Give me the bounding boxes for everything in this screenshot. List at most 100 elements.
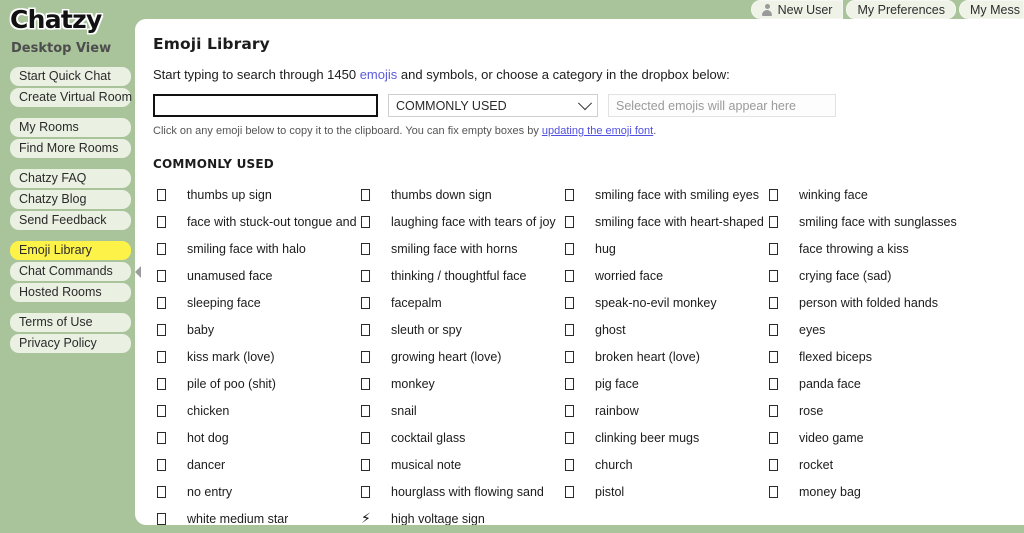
sidebar-item-chat-commands[interactable]: Chat Commands [10, 262, 131, 281]
emoji-item[interactable]: rainbow [561, 397, 765, 424]
topnav-item-new-user[interactable]: New User [750, 0, 844, 19]
sidebar-item-emoji-library[interactable]: Emoji Library [10, 241, 131, 260]
sidebar-collapse-arrow-icon[interactable] [135, 266, 141, 278]
sidebar-item-find-more-rooms[interactable]: Find More Rooms [10, 139, 131, 158]
desktop-view-label[interactable]: Desktop View [0, 34, 135, 56]
emoji-item[interactable]: hourglass with flowing sand [357, 478, 561, 505]
emoji-item[interactable]: crying face (sad) [765, 262, 969, 289]
emoji-item[interactable]: facepalm [357, 289, 561, 316]
emoji-item[interactable]: musical note [357, 451, 561, 478]
emojis-link[interactable]: emojis [360, 67, 398, 82]
missing-glyph-box-icon [565, 215, 574, 228]
missing-glyph-box-icon [565, 296, 574, 309]
update-emoji-font-link[interactable]: updating the emoji font [542, 125, 653, 137]
sidebar-item-chatzy-faq[interactable]: Chatzy FAQ [10, 169, 131, 188]
sidebar-item-hosted-rooms[interactable]: Hosted Rooms [10, 283, 131, 302]
emoji-item[interactable]: smiling face with sunglasses [765, 208, 969, 235]
topnav-item-label: My Preferences [857, 2, 945, 17]
missing-glyph-box-icon [157, 323, 166, 336]
emoji-label: smiling face with horns [391, 241, 518, 256]
emoji-item[interactable]: pistol [561, 478, 765, 505]
missing-glyph-box-icon [157, 404, 166, 417]
emoji-glyph [153, 296, 179, 309]
emoji-item[interactable]: thumbs up sign [153, 181, 357, 208]
emoji-glyph [765, 431, 791, 444]
emoji-item[interactable]: ghost [561, 316, 765, 343]
emoji-item[interactable]: face with stuck-out tongue and tightly-c… [153, 208, 357, 235]
hint-text: Click on any emoji below to copy it to t… [153, 125, 1024, 137]
emoji-item[interactable]: broken heart (love) [561, 343, 765, 370]
emoji-item[interactable]: pile of poo (shit) [153, 370, 357, 397]
emoji-item[interactable]: thinking / thoughtful face [357, 262, 561, 289]
sidebar-item-terms-of-use[interactable]: Terms of Use [10, 313, 131, 332]
emoji-item[interactable]: panda face [765, 370, 969, 397]
emoji-item[interactable]: hot dog [153, 424, 357, 451]
emoji-item[interactable]: clinking beer mugs [561, 424, 765, 451]
emoji-glyph [357, 404, 383, 417]
search-input[interactable] [153, 94, 378, 117]
emoji-item[interactable]: sleeping face [153, 289, 357, 316]
emoji-glyph [765, 377, 791, 390]
emoji-glyph [153, 242, 179, 255]
emoji-item[interactable]: no entry [153, 478, 357, 505]
emoji-label: flexed biceps [799, 349, 872, 364]
emoji-item[interactable]: flexed biceps [765, 343, 969, 370]
sidebar-item-start-quick-chat[interactable]: Start Quick Chat [10, 67, 131, 86]
emoji-glyph [153, 485, 179, 498]
emoji-item[interactable]: smiling face with heart-shaped eyes [561, 208, 765, 235]
missing-glyph-box-icon [157, 350, 166, 363]
emoji-item[interactable]: monkey [357, 370, 561, 397]
missing-glyph-box-icon [565, 323, 574, 336]
sidebar-item-chatzy-blog[interactable]: Chatzy Blog [10, 190, 131, 209]
emoji-item[interactable]: chicken [153, 397, 357, 424]
emoji-label: pistol [595, 484, 625, 499]
emoji-item[interactable]: unamused face [153, 262, 357, 289]
sidebar-item-privacy-policy[interactable]: Privacy Policy [10, 334, 131, 353]
emoji-item[interactable]: church [561, 451, 765, 478]
emoji-glyph [153, 350, 179, 363]
emoji-item[interactable]: rose [765, 397, 969, 424]
emoji-item[interactable]: dancer [153, 451, 357, 478]
emoji-item[interactable]: eyes [765, 316, 969, 343]
missing-glyph-box-icon [565, 188, 574, 201]
emoji-item[interactable]: white medium star [153, 505, 357, 525]
emoji-item[interactable]: thumbs down sign [357, 181, 561, 208]
emoji-item[interactable]: speak-no-evil monkey [561, 289, 765, 316]
emoji-glyph [153, 431, 179, 444]
emoji-item[interactable]: video game [765, 424, 969, 451]
sidebar-item-create-virtual-room[interactable]: Create Virtual Room [10, 88, 132, 107]
intro-after: and symbols, or choose a category in the… [397, 67, 730, 82]
emoji-item[interactable]: growing heart (love) [357, 343, 561, 370]
intro-text: Start typing to search through 1450 emoj… [153, 67, 1024, 82]
emoji-item[interactable]: laughing face with tears of joy [357, 208, 561, 235]
sidebar-item-send-feedback[interactable]: Send Feedback [10, 211, 131, 230]
emoji-label: chicken [187, 403, 230, 418]
missing-glyph-box-icon [769, 296, 778, 309]
chatzy-logo[interactable]: Chatzy [0, 0, 135, 34]
topnav-item-my-preferences[interactable]: My Preferences [846, 0, 956, 19]
emoji-item[interactable]: pig face [561, 370, 765, 397]
emoji-item[interactable]: rocket [765, 451, 969, 478]
emoji-item[interactable]: snail [357, 397, 561, 424]
emoji-item[interactable]: face throwing a kiss [765, 235, 969, 262]
emoji-item[interactable]: baby [153, 316, 357, 343]
emoji-item[interactable]: winking face [765, 181, 969, 208]
emoji-item[interactable]: money bag [765, 478, 969, 505]
topnav-item-my-messages[interactable]: My Mess [959, 0, 1024, 19]
emoji-item[interactable]: sleuth or spy [357, 316, 561, 343]
emoji-glyph [561, 296, 587, 309]
emoji-item[interactable]: ⚡ high voltage sign [357, 505, 561, 526]
emoji-glyph [765, 296, 791, 309]
selected-emojis-field[interactable]: Selected emojis will appear here [608, 94, 836, 117]
emoji-item[interactable]: smiling face with smiling eyes [561, 181, 765, 208]
emoji-item[interactable]: smiling face with halo [153, 235, 357, 262]
emoji-item[interactable]: hug [561, 235, 765, 262]
category-dropdown[interactable]: COMMONLY USED [388, 94, 598, 117]
missing-glyph-box-icon [157, 215, 166, 228]
sidebar-item-my-rooms[interactable]: My Rooms [10, 118, 131, 137]
emoji-item[interactable]: worried face [561, 262, 765, 289]
emoji-item[interactable]: kiss mark (love) [153, 343, 357, 370]
emoji-item[interactable]: smiling face with horns [357, 235, 561, 262]
emoji-item[interactable]: cocktail glass [357, 424, 561, 451]
emoji-item[interactable]: person with folded hands [765, 289, 969, 316]
